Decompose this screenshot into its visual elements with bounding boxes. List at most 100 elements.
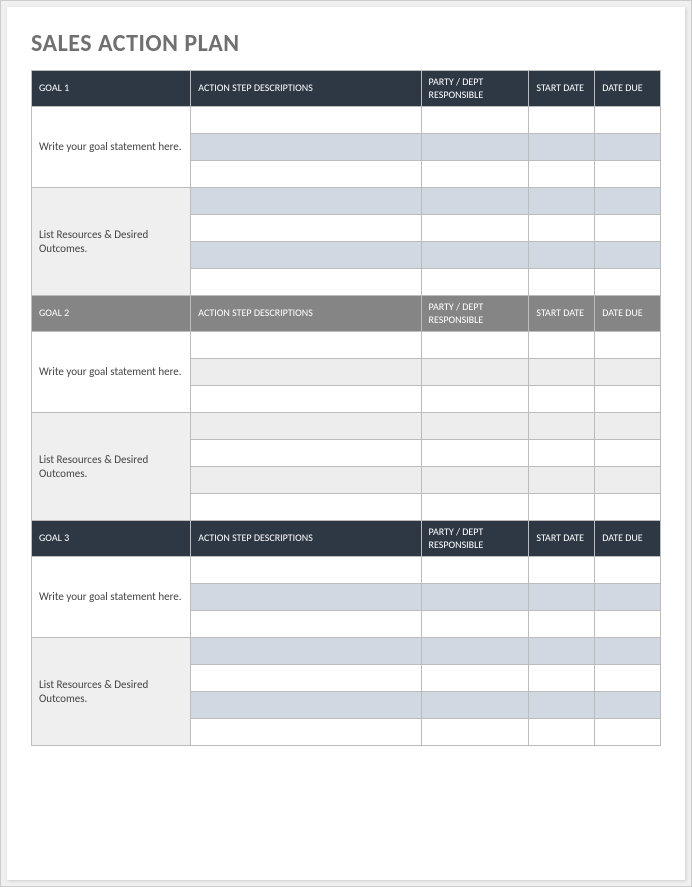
party-cell[interactable]: [421, 440, 529, 467]
col-due: DATE DUE: [595, 71, 661, 107]
action-cell[interactable]: [191, 134, 421, 161]
due-cell[interactable]: [595, 557, 661, 584]
due-cell[interactable]: [595, 215, 661, 242]
party-cell[interactable]: [421, 638, 529, 665]
due-cell[interactable]: [595, 584, 661, 611]
action-cell[interactable]: [191, 692, 421, 719]
goal-label: GOAL 2: [32, 296, 191, 332]
resources-cell[interactable]: List Resources & Desired Outcomes.: [32, 413, 191, 521]
action-cell[interactable]: [191, 107, 421, 134]
due-cell[interactable]: [595, 665, 661, 692]
start-cell[interactable]: [529, 269, 595, 296]
start-cell[interactable]: [529, 611, 595, 638]
action-cell[interactable]: [191, 611, 421, 638]
action-cell[interactable]: [191, 557, 421, 584]
start-cell[interactable]: [529, 332, 595, 359]
party-cell[interactable]: [421, 584, 529, 611]
party-cell[interactable]: [421, 611, 529, 638]
start-cell[interactable]: [529, 557, 595, 584]
due-cell[interactable]: [595, 638, 661, 665]
start-cell[interactable]: [529, 161, 595, 188]
party-cell[interactable]: [421, 242, 529, 269]
due-cell[interactable]: [595, 467, 661, 494]
due-cell[interactable]: [595, 359, 661, 386]
party-cell[interactable]: [421, 134, 529, 161]
due-cell[interactable]: [595, 332, 661, 359]
start-cell[interactable]: [529, 638, 595, 665]
action-cell[interactable]: [191, 467, 421, 494]
action-cell[interactable]: [191, 359, 421, 386]
party-cell[interactable]: [421, 359, 529, 386]
due-cell[interactable]: [595, 692, 661, 719]
goal-statement-cell[interactable]: Write your goal statement here.: [32, 332, 191, 413]
start-cell[interactable]: [529, 467, 595, 494]
start-cell[interactable]: [529, 494, 595, 521]
start-cell[interactable]: [529, 665, 595, 692]
party-cell[interactable]: [421, 719, 529, 746]
due-cell[interactable]: [595, 107, 661, 134]
resources-cell[interactable]: List Resources & Desired Outcomes.: [32, 638, 191, 746]
document-page: SALES ACTION PLAN GOAL 1 ACTION STEP DES…: [7, 7, 685, 880]
due-cell[interactable]: [595, 188, 661, 215]
action-cell[interactable]: [191, 413, 421, 440]
party-cell[interactable]: [421, 107, 529, 134]
start-cell[interactable]: [529, 440, 595, 467]
party-cell[interactable]: [421, 215, 529, 242]
col-party: PARTY / DEPT RESPONSIBLE: [421, 521, 529, 557]
party-cell[interactable]: [421, 386, 529, 413]
action-cell[interactable]: [191, 638, 421, 665]
due-cell[interactable]: [595, 161, 661, 188]
action-cell[interactable]: [191, 332, 421, 359]
start-cell[interactable]: [529, 107, 595, 134]
party-cell[interactable]: [421, 467, 529, 494]
action-cell[interactable]: [191, 215, 421, 242]
due-cell[interactable]: [595, 242, 661, 269]
party-cell[interactable]: [421, 332, 529, 359]
due-cell[interactable]: [595, 494, 661, 521]
party-cell[interactable]: [421, 665, 529, 692]
start-cell[interactable]: [529, 134, 595, 161]
start-cell[interactable]: [529, 242, 595, 269]
party-cell[interactable]: [421, 161, 529, 188]
due-cell[interactable]: [595, 269, 661, 296]
due-cell[interactable]: [595, 440, 661, 467]
page-frame: SALES ACTION PLAN GOAL 1 ACTION STEP DES…: [0, 0, 692, 887]
goal-statement-cell[interactable]: Write your goal statement here.: [32, 107, 191, 188]
start-cell[interactable]: [529, 215, 595, 242]
start-cell[interactable]: [529, 719, 595, 746]
start-cell[interactable]: [529, 386, 595, 413]
party-cell[interactable]: [421, 413, 529, 440]
action-cell[interactable]: [191, 494, 421, 521]
start-cell[interactable]: [529, 584, 595, 611]
action-cell[interactable]: [191, 665, 421, 692]
goal-label: GOAL 1: [32, 71, 191, 107]
col-action: ACTION STEP DESCRIPTIONS: [191, 296, 421, 332]
action-cell[interactable]: [191, 242, 421, 269]
action-cell[interactable]: [191, 440, 421, 467]
start-cell[interactable]: [529, 413, 595, 440]
start-cell[interactable]: [529, 188, 595, 215]
party-cell[interactable]: [421, 692, 529, 719]
goal-label: GOAL 3: [32, 521, 191, 557]
start-cell[interactable]: [529, 692, 595, 719]
party-cell[interactable]: [421, 188, 529, 215]
resources-cell[interactable]: List Resources & Desired Outcomes.: [32, 188, 191, 296]
party-cell[interactable]: [421, 557, 529, 584]
party-cell[interactable]: [421, 269, 529, 296]
party-cell[interactable]: [421, 494, 529, 521]
col-action: ACTION STEP DESCRIPTIONS: [191, 71, 421, 107]
due-cell[interactable]: [595, 134, 661, 161]
action-cell[interactable]: [191, 269, 421, 296]
action-cell[interactable]: [191, 161, 421, 188]
due-cell[interactable]: [595, 413, 661, 440]
action-cell[interactable]: [191, 584, 421, 611]
action-cell[interactable]: [191, 719, 421, 746]
action-cell[interactable]: [191, 386, 421, 413]
start-cell[interactable]: [529, 359, 595, 386]
due-cell[interactable]: [595, 386, 661, 413]
col-start: START DATE: [529, 71, 595, 107]
due-cell[interactable]: [595, 611, 661, 638]
due-cell[interactable]: [595, 719, 661, 746]
action-cell[interactable]: [191, 188, 421, 215]
goal-statement-cell[interactable]: Write your goal statement here.: [32, 557, 191, 638]
